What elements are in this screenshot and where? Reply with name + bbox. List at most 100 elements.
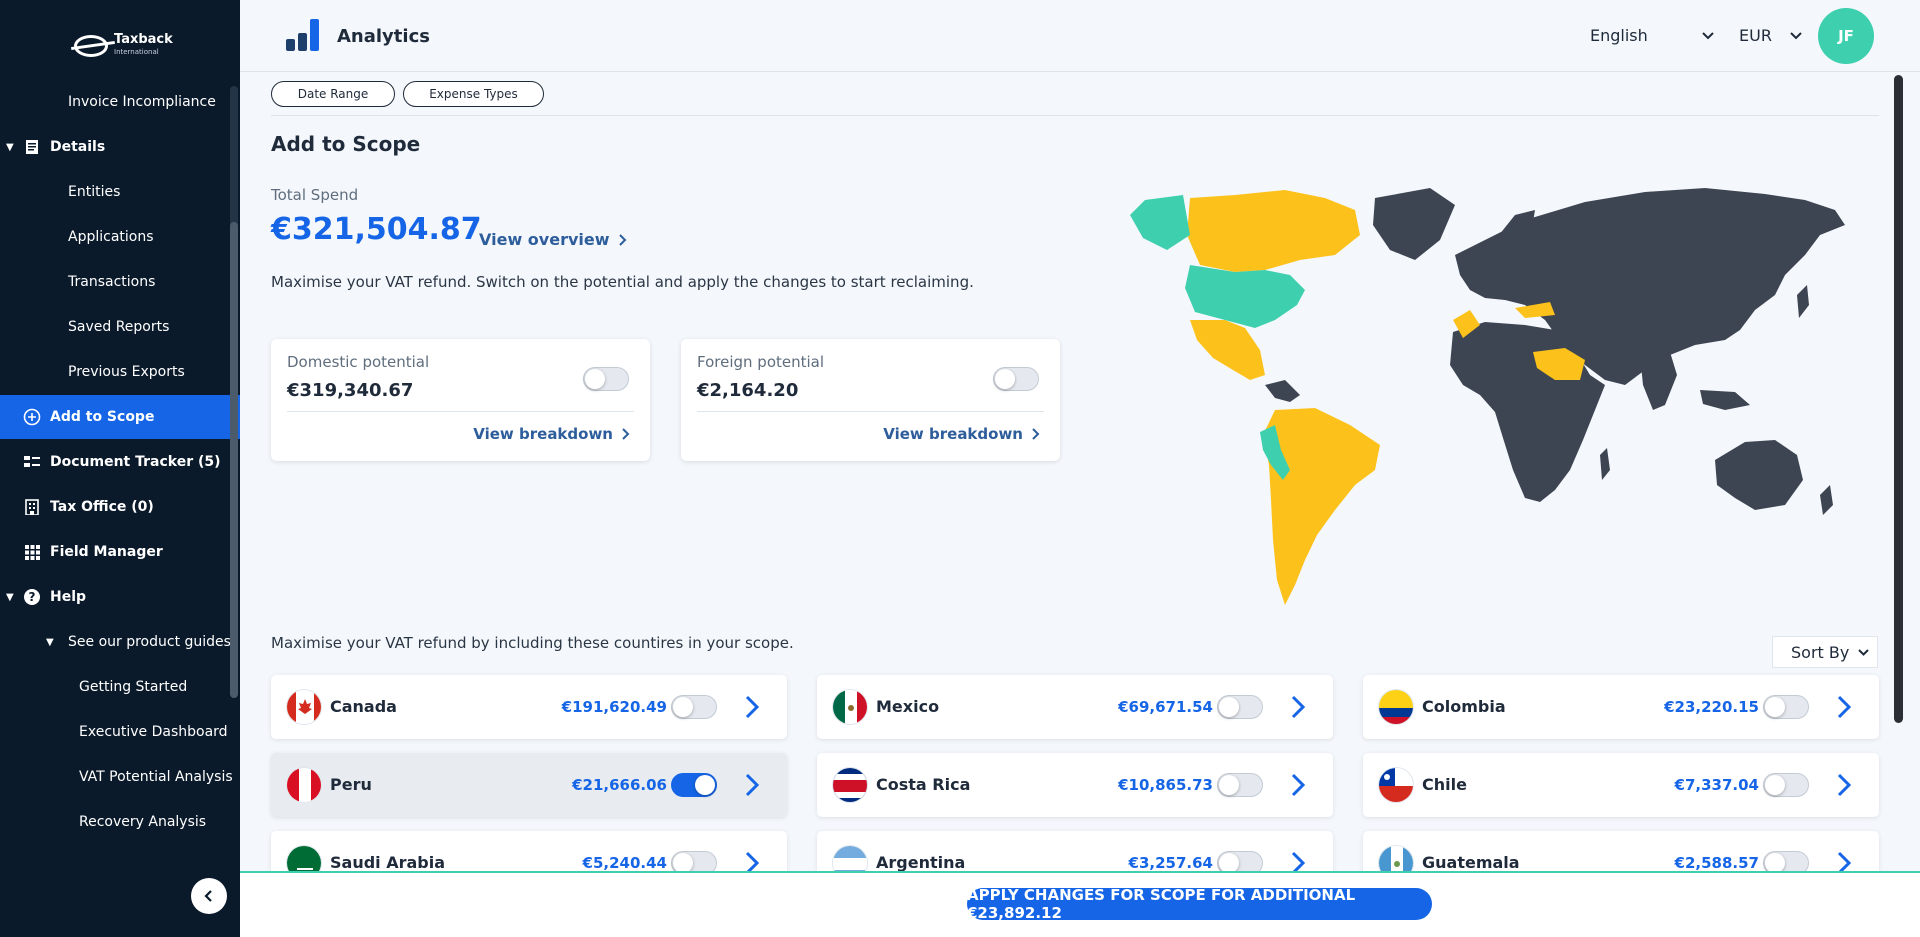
- country-toggle[interactable]: [671, 773, 717, 797]
- domestic-view-breakdown-link[interactable]: View breakdown: [473, 425, 630, 443]
- country-card-guatemala[interactable]: Guatemala €2,588.57: [1363, 831, 1879, 871]
- sidebar-item-document-tracker[interactable]: Document Tracker (5): [0, 440, 240, 484]
- country-toggle[interactable]: [1217, 851, 1263, 871]
- sort-by-select[interactable]: Sort By: [1772, 636, 1878, 668]
- country-card-saudi-arabia[interactable]: Saudi Arabia €5,240.44: [271, 831, 787, 871]
- country-card-colombia[interactable]: Colombia €23,220.15: [1363, 675, 1879, 739]
- language-value: English: [1590, 26, 1648, 45]
- country-toggle[interactable]: [671, 851, 717, 871]
- date-range-filter[interactable]: Date Range: [271, 81, 395, 107]
- country-name: Saudi Arabia: [330, 853, 446, 871]
- sidebar-item-vat-potential-analysis[interactable]: VAT Potential Analysis: [0, 755, 240, 799]
- chevron-right-icon: [622, 428, 630, 440]
- sidebar-item-transactions[interactable]: Transactions: [0, 260, 240, 304]
- country-name: Canada: [330, 697, 397, 716]
- world-map[interactable]: [1085, 180, 1870, 615]
- sidebar-item-label: Add to Scope: [50, 409, 155, 425]
- logo-mark-icon: [74, 35, 108, 57]
- peru-flag-icon: [286, 767, 322, 803]
- apply-changes-button[interactable]: APPLY CHANGES FOR SCOPE FOR ADDITIONAL €…: [967, 886, 1432, 922]
- country-toggle[interactable]: [1763, 851, 1809, 871]
- chevron-right-icon[interactable]: [737, 848, 767, 871]
- language-select[interactable]: English: [1590, 26, 1714, 45]
- country-toggle[interactable]: [1763, 773, 1809, 797]
- expense-types-filter[interactable]: Expense Types: [403, 81, 544, 107]
- sidebar-item-label: Recovery Analysis: [79, 814, 207, 830]
- sidebar-item-applications[interactable]: Applications: [0, 215, 240, 259]
- sidebar: Taxback International Invoice Incomplianc…: [0, 0, 240, 937]
- country-card-argentina[interactable]: Argentina €3,257.64: [817, 831, 1333, 871]
- sidebar-item-label: Details: [50, 139, 106, 155]
- country-card-canada[interactable]: Canada €191,620.49: [271, 675, 787, 739]
- currency-select[interactable]: EUR: [1739, 26, 1802, 45]
- foreign-view-breakdown-link[interactable]: View breakdown: [883, 425, 1040, 443]
- country-toggle[interactable]: [671, 695, 717, 719]
- domestic-potential-toggle[interactable]: [583, 367, 629, 391]
- country-toggle[interactable]: [1763, 695, 1809, 719]
- chevron-right-icon[interactable]: [1829, 848, 1859, 871]
- page-title: Add to Scope: [271, 132, 421, 156]
- country-name: Guatemala: [1422, 853, 1520, 871]
- country-name: Argentina: [876, 853, 966, 871]
- country-card-chile[interactable]: Chile €7,337.04: [1363, 753, 1879, 817]
- country-card-costa-rica[interactable]: Costa Rica €10,865.73: [817, 753, 1333, 817]
- chevron-right-icon: [1032, 428, 1040, 440]
- sidebar-item-field-manager[interactable]: Field Manager: [0, 530, 240, 574]
- country-card-peru[interactable]: Peru €21,666.06: [271, 753, 787, 817]
- country-name: Colombia: [1422, 697, 1506, 716]
- view-breakdown-label: View breakdown: [473, 425, 613, 443]
- sidebar-item-entities[interactable]: Entities: [0, 170, 240, 214]
- sidebar-item-label: Field Manager: [50, 544, 163, 560]
- toggle-knob: [1219, 853, 1239, 871]
- sidebar-item-label: Applications: [68, 229, 154, 245]
- chevron-right-icon[interactable]: [1283, 848, 1313, 871]
- chevron-right-icon: [618, 233, 626, 246]
- toggle-knob: [673, 853, 693, 871]
- taxback-logo[interactable]: Taxback International: [74, 33, 173, 58]
- foreign-potential-card: Foreign potential €2,164.20 View breakdo…: [681, 339, 1060, 461]
- app-title: Analytics: [337, 26, 430, 47]
- country-value: €7,337.04: [1674, 776, 1759, 794]
- view-overview-link[interactable]: View overview: [479, 230, 627, 249]
- chevron-right-icon[interactable]: [1283, 692, 1313, 722]
- svg-text:?: ?: [29, 590, 36, 604]
- caret-down-icon: ▼: [6, 141, 14, 153]
- toggle-knob: [1765, 697, 1785, 717]
- country-toggle[interactable]: [1217, 695, 1263, 719]
- sidebar-item-invoice-incompliance[interactable]: Invoice Incompliance: [0, 80, 240, 124]
- sidebar-item-previous-exports[interactable]: Previous Exports: [0, 350, 240, 394]
- country-card-mexico[interactable]: Mexico €69,671.54: [817, 675, 1333, 739]
- toggle-knob: [695, 775, 715, 795]
- chevron-right-icon[interactable]: [1283, 770, 1313, 800]
- sidebar-item-executive-dashboard[interactable]: Executive Dashboard: [0, 710, 240, 754]
- sidebar-item-details[interactable]: ▼ Details: [0, 125, 240, 169]
- country-toggle[interactable]: [1217, 773, 1263, 797]
- domestic-potential-value: €319,340.67: [287, 380, 414, 401]
- chevron-right-icon[interactable]: [1829, 770, 1859, 800]
- sidebar-item-product-guides[interactable]: ▼ See our product guides: [0, 620, 240, 664]
- grid-icon: [23, 543, 41, 561]
- main-scrollbar-thumb[interactable]: [1894, 75, 1903, 723]
- country-value: €21,666.06: [572, 776, 667, 794]
- view-overview-label: View overview: [479, 230, 610, 249]
- sidebar-item-label: Previous Exports: [68, 364, 185, 380]
- question-circle-icon: ?: [23, 588, 41, 606]
- sidebar-item-help[interactable]: ▼ ? Help: [0, 575, 240, 619]
- countries-intro-text: Maximise your VAT refund by including th…: [271, 634, 794, 652]
- collapse-sidebar-button[interactable]: [191, 878, 227, 914]
- sidebar-item-getting-started[interactable]: Getting Started: [0, 665, 240, 709]
- chevron-left-icon: [204, 890, 212, 902]
- chevron-right-icon[interactable]: [737, 770, 767, 800]
- sidebar-item-saved-reports[interactable]: Saved Reports: [0, 305, 240, 349]
- sidebar-item-tax-office[interactable]: Tax Office (0): [0, 485, 240, 529]
- sidebar-scrollbar-thumb[interactable]: [230, 222, 238, 698]
- top-header: Analytics English EUR JF: [240, 0, 1920, 72]
- chevron-right-icon[interactable]: [1829, 692, 1859, 722]
- intro-text: Maximise your VAT refund. Switch on the …: [271, 273, 974, 291]
- user-avatar[interactable]: JF: [1818, 8, 1874, 64]
- view-breakdown-label: View breakdown: [883, 425, 1023, 443]
- chevron-right-icon[interactable]: [737, 692, 767, 722]
- sidebar-item-recovery-analysis[interactable]: Recovery Analysis: [0, 800, 240, 844]
- sidebar-item-add-to-scope[interactable]: Add to Scope: [0, 395, 240, 439]
- foreign-potential-toggle[interactable]: [993, 367, 1039, 391]
